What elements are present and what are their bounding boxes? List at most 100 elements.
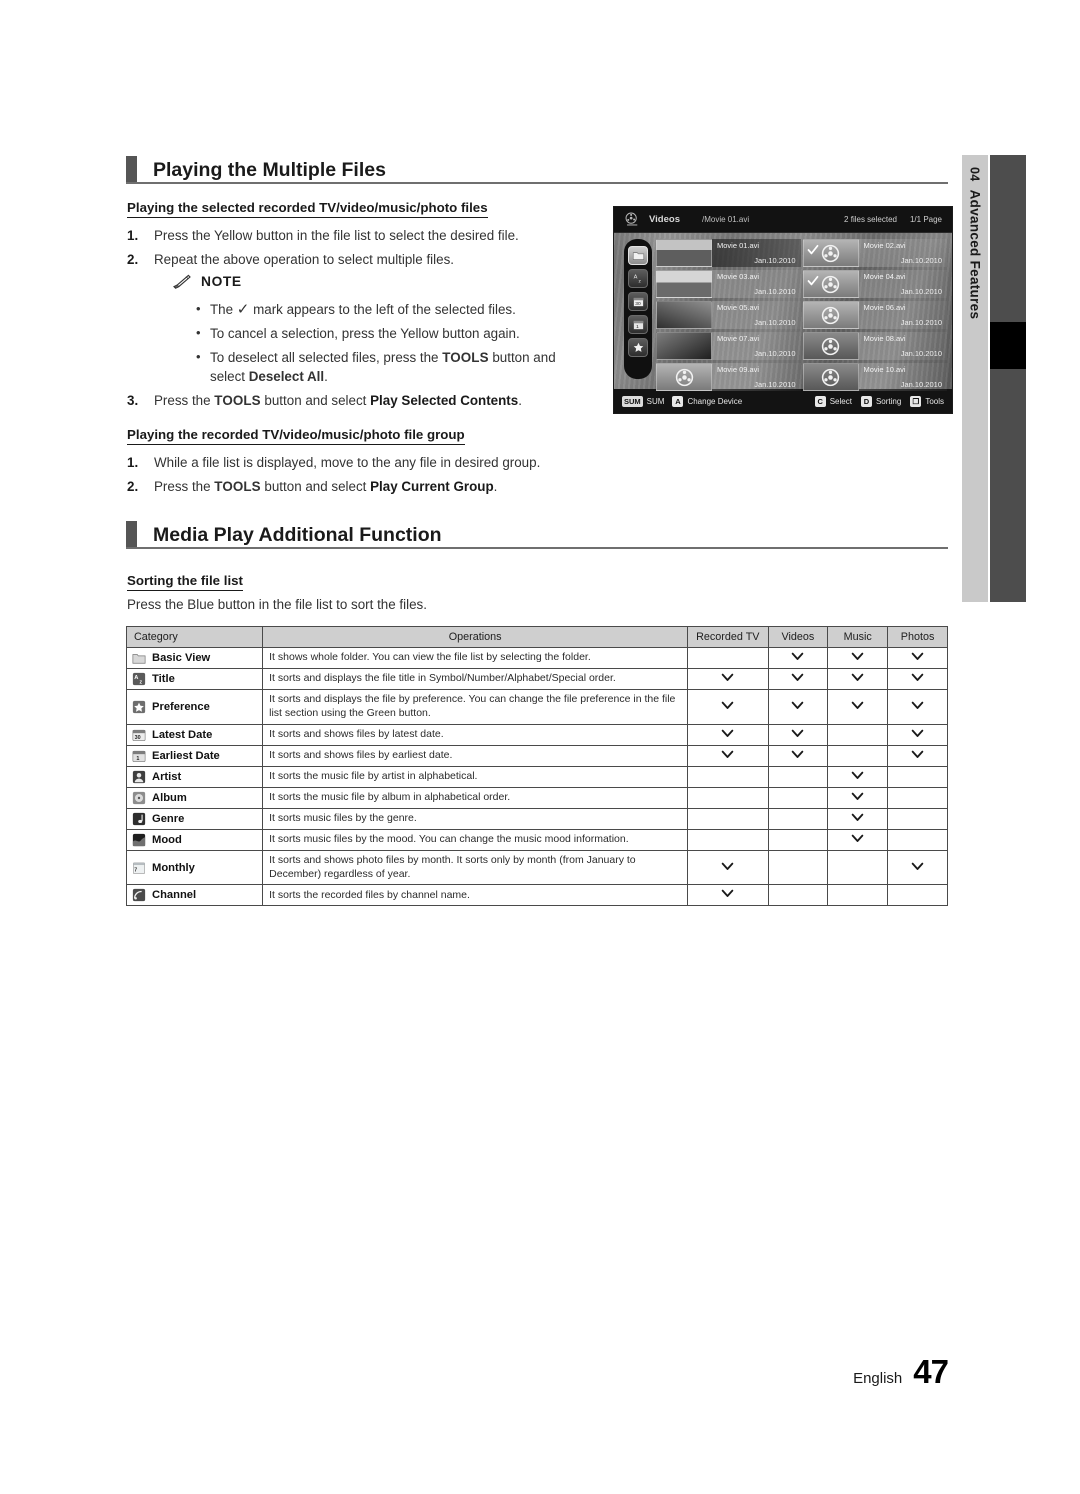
step-text: Repeat the above operation to select mul… <box>154 252 454 267</box>
table-cell-recorded-tv <box>687 744 769 767</box>
tv-file-item[interactable]: Movie 04.avi Jan.10.2010 <box>802 269 947 299</box>
table-row: Album It sorts the music file by album in… <box>125 786 948 809</box>
tv-sort-rail[interactable]: Az 30 1 <box>624 239 652 379</box>
rail-preference-icon[interactable] <box>628 338 648 357</box>
table-header: Category Operations Recorded TV Videos M… <box>125 626 948 648</box>
chapter-label: Advanced Features <box>967 189 983 320</box>
tv-file-item[interactable]: Movie 06.avi Jan.10.2010 <box>802 300 947 330</box>
tv-file-date: Jan.10.2010 <box>900 287 942 296</box>
supported-chevron-icon <box>911 750 924 758</box>
tv-file-item[interactable]: Movie 02.avi Jan.10.2010 <box>802 238 947 268</box>
tv-file-item[interactable]: Movie 09.avi Jan.10.2010 <box>656 362 801 392</box>
tv-file-meta: Movie 06.avi Jan.10.2010 <box>858 301 947 329</box>
table-cell-videos <box>767 828 829 851</box>
subhead-sorting: Sorting the file list <box>127 573 243 591</box>
tv-file-item[interactable]: Movie 08.avi Jan.10.2010 <box>802 331 947 361</box>
table-cell-photos <box>887 807 948 830</box>
table-cell-operations: It sorts and shows photo files by month.… <box>262 849 689 886</box>
note-text: To deselect all selected files, press th… <box>210 350 556 385</box>
table-cell-music <box>827 884 889 907</box>
table-cell-category: Mood <box>125 828 264 851</box>
svg-text:z: z <box>638 280 641 285</box>
table-cell-music <box>827 744 889 767</box>
table-cell-operations: It sorts and shows files by earliest dat… <box>262 744 689 767</box>
supported-chevron-icon <box>721 890 734 898</box>
column-header-category: Category <box>125 626 264 648</box>
table-row: 7 Monthly It sorts and shows photo files b… <box>125 849 948 886</box>
category-label: Latest Date <box>152 728 213 741</box>
tv-key-hint[interactable]: C Select <box>814 395 852 407</box>
tv-file-meta: Movie 05.avi Jan.10.2010 <box>712 301 801 329</box>
section-rule-2 <box>126 547 948 549</box>
rail-title-sort-icon[interactable]: Az <box>628 269 648 288</box>
tv-key-hint[interactable]: SUM SUM <box>622 395 664 407</box>
step-number: 3. <box>127 393 139 408</box>
sorting-intro-text: Press the Blue button in the file list t… <box>127 597 427 612</box>
table-cell-operations: It sorts the recorded files by channel n… <box>262 884 689 907</box>
step-item: 2. Repeat the above operation to select … <box>127 250 597 269</box>
tv-key-hint[interactable]: D Sorting <box>860 395 901 407</box>
tv-file-name: Movie 08.avi <box>863 334 906 343</box>
album-icon <box>132 791 146 805</box>
category-label: Mood <box>152 833 182 846</box>
category-label: Genre <box>152 812 185 825</box>
supported-chevron-icon <box>911 701 924 709</box>
step-item: 1. While a file list is displayed, move … <box>127 453 627 472</box>
tv-file-path: /Movie 01.avi <box>701 215 750 224</box>
section-heading-media-play-additional-function: Media Play Additional Function <box>126 521 442 548</box>
supported-chevron-icon <box>721 750 734 758</box>
check-mark-glyph: ✓ <box>236 301 250 318</box>
tv-file-meta: Movie 08.avi Jan.10.2010 <box>858 332 947 360</box>
table-cell-recorded-tv <box>687 884 769 907</box>
tv-file-item[interactable]: Movie 10.avi Jan.10.2010 <box>802 362 947 392</box>
tv-file-date: Jan.10.2010 <box>900 256 942 265</box>
table-cell-videos <box>767 884 829 907</box>
table-cell-photos <box>887 744 948 767</box>
rail-folder-icon[interactable] <box>628 246 648 265</box>
tv-file-name: Movie 07.avi <box>717 334 760 343</box>
table-header-row: Category Operations Recorded TV Videos M… <box>125 626 948 648</box>
tv-page-indicator: 1/1 Page <box>909 215 942 224</box>
table-cell-category: Artist <box>125 765 264 788</box>
tv-key-glyph: C <box>814 395 826 407</box>
title-sort-icon: Az <box>132 672 146 686</box>
supported-chevron-icon <box>721 701 734 709</box>
table-cell-music <box>827 786 889 809</box>
table-cell-operations: It sorts the music file by album in alph… <box>262 786 689 809</box>
preference-icon <box>132 700 146 714</box>
rail-latest-date-icon[interactable]: 30 <box>628 292 648 311</box>
tv-file-name: Movie 02.avi <box>863 241 906 250</box>
column-header-recorded-tv: Recorded TV <box>687 626 769 648</box>
table-cell-recorded-tv <box>687 723 769 746</box>
tv-file-item[interactable]: Movie 07.avi Jan.10.2010 <box>656 331 801 361</box>
tv-key-hint[interactable]: ❐ Tools <box>910 395 944 407</box>
category-label: Monthly <box>152 861 195 874</box>
tv-key-glyph: ❐ <box>910 395 922 407</box>
step-item: 1. Press the Yellow button in the file l… <box>127 226 597 245</box>
table-cell-category: 30 Latest Date <box>125 723 264 746</box>
tv-app-title: Videos <box>649 214 680 225</box>
table-cell-videos <box>767 723 829 746</box>
note-text: The ✓ mark appears to the left of the se… <box>210 301 516 318</box>
table-cell-videos <box>767 849 829 886</box>
section-bullet-square <box>126 156 137 182</box>
supported-chevron-icon <box>792 729 804 737</box>
section-heading-playing-multiple-files: Playing the Multiple Files <box>126 156 386 183</box>
section-title: Playing the Multiple Files <box>153 158 386 181</box>
mood-icon <box>132 833 146 847</box>
table-cell-operations: It shows whole folder. You can view the … <box>262 647 689 669</box>
tv-file-item[interactable]: Movie 03.avi Jan.10.2010 <box>656 269 801 299</box>
tv-key-hint[interactable]: A Change Device <box>672 395 742 407</box>
tv-file-date: Jan.10.2010 <box>754 318 796 327</box>
tv-file-item[interactable]: Movie 05.avi Jan.10.2010 <box>656 300 801 330</box>
tv-selected-count: 2 files selected <box>844 215 897 224</box>
note-text: To cancel a selection, press the Yellow … <box>210 326 520 341</box>
tv-file-item[interactable]: Movie 01.avi Jan.10.2010 <box>656 238 801 268</box>
table-cell-photos <box>887 786 948 809</box>
tv-file-name: Movie 05.avi <box>717 303 760 312</box>
bullet-dot: • <box>196 349 201 364</box>
table-row: Preference It sorts and displays the file… <box>125 689 948 725</box>
tv-file-date: Jan.10.2010 <box>900 349 942 358</box>
step-number: 2. <box>127 252 139 267</box>
rail-earliest-date-icon[interactable]: 1 <box>628 315 648 334</box>
